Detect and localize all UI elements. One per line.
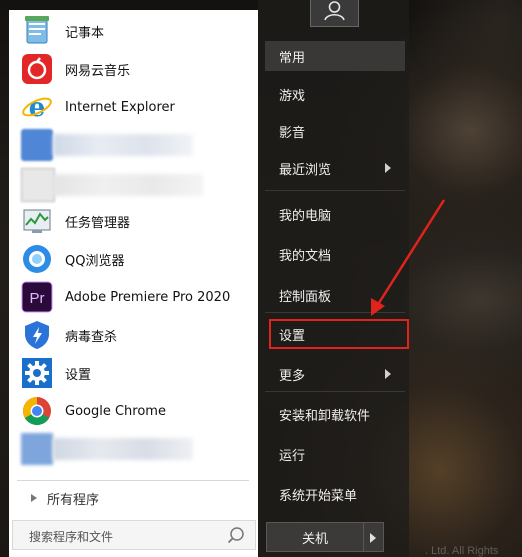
search-icon[interactable] xyxy=(227,526,245,544)
program-label: 网易云音乐 xyxy=(65,63,131,79)
desktop-side-mark xyxy=(2,420,8,460)
menu-label: 游戏 xyxy=(279,88,306,104)
user-icon xyxy=(324,1,345,21)
program-label: 设置 xyxy=(65,367,92,383)
menu-games[interactable]: 游戏 xyxy=(265,79,405,109)
notepad-icon xyxy=(25,16,49,44)
menu-recent[interactable]: 最近浏览 xyxy=(265,153,405,183)
menu-run[interactable]: 运行 xyxy=(265,439,405,469)
program-blurred-3[interactable] xyxy=(9,430,258,468)
shutdown-options-button[interactable] xyxy=(364,522,384,552)
menu-system-start-menu[interactable]: 系统开始菜单 xyxy=(265,479,405,509)
program-netease-music[interactable]: 网易云音乐 xyxy=(9,50,258,88)
program-qq-browser[interactable]: QQ浏览器 xyxy=(9,240,258,278)
program-google-chrome[interactable]: Google Chrome xyxy=(9,392,258,430)
shutdown-label: 关机 xyxy=(301,531,328,547)
antivirus-shield-icon xyxy=(25,321,49,349)
menu-label: 安装和卸载软件 xyxy=(279,408,371,424)
program-blurred-2[interactable] xyxy=(9,166,258,204)
annotation-highlight-box xyxy=(269,319,409,349)
program-label: 病毒查杀 xyxy=(65,329,118,345)
program-notepad[interactable]: 记事本 xyxy=(9,12,258,50)
menu-divider xyxy=(265,312,405,313)
menu-label: 运行 xyxy=(279,448,306,464)
blurred-label xyxy=(53,438,193,460)
premiere-pro-icon: Pr xyxy=(21,281,53,313)
menu-divider xyxy=(265,190,405,191)
google-chrome-icon xyxy=(23,397,51,425)
program-label: Google Chrome xyxy=(65,403,166,419)
settings-gear-icon xyxy=(22,358,52,388)
menu-install-uninstall[interactable]: 安装和卸载软件 xyxy=(265,399,405,429)
shutdown-button[interactable]: 关机 xyxy=(266,522,364,552)
menu-my-computer[interactable]: 我的电脑 xyxy=(265,199,405,229)
search-placeholder: 搜索程序和文件 xyxy=(29,530,114,544)
all-programs-label: 所有程序 xyxy=(47,492,100,508)
qq-browser-icon xyxy=(23,245,51,273)
program-label: 任务管理器 xyxy=(65,215,131,231)
chevron-right-icon xyxy=(370,533,376,543)
menu-label: 最近浏览 xyxy=(279,162,332,178)
menu-label: 系统开始菜单 xyxy=(279,488,358,504)
internet-explorer-icon: e xyxy=(22,93,52,123)
blurred-label xyxy=(53,174,203,196)
wallpaper-watermark: . Ltd. All Rights xyxy=(425,545,499,557)
program-label: Internet Explorer xyxy=(65,99,175,115)
program-label: Adobe Premiere Pro 2020 xyxy=(65,289,231,305)
all-programs-button[interactable]: 所有程序 xyxy=(31,486,99,510)
user-avatar[interactable] xyxy=(310,0,359,27)
menu-control-panel[interactable]: 控制面板 xyxy=(265,280,405,310)
menu-frequent[interactable]: 常用 xyxy=(265,41,405,71)
task-manager-icon xyxy=(23,209,51,233)
submenu-arrow-icon xyxy=(385,163,391,173)
program-label: QQ浏览器 xyxy=(65,253,125,269)
program-blurred-1[interactable] xyxy=(9,126,258,164)
program-antivirus[interactable]: 病毒查杀 xyxy=(9,316,258,354)
program-internet-explorer[interactable]: e Internet Explorer xyxy=(9,88,258,126)
menu-label: 常用 xyxy=(279,50,306,66)
start-menu-programs-panel: 记事本 网易云音乐 e Internet Explorer 任务管理器 QQ浏览… xyxy=(9,10,258,557)
menu-label: 我的文档 xyxy=(279,248,332,264)
blurred-label xyxy=(53,134,193,156)
menu-label: 控制面板 xyxy=(279,289,332,305)
menu-label: 更多 xyxy=(279,368,306,384)
menu-my-documents[interactable]: 我的文档 xyxy=(265,239,405,269)
submenu-arrow-icon xyxy=(385,369,391,379)
menu-more[interactable]: 更多 xyxy=(265,359,405,389)
program-settings[interactable]: 设置 xyxy=(9,354,258,392)
menu-label: 我的电脑 xyxy=(279,208,332,224)
blurred-file-icon xyxy=(21,168,55,202)
svg-text:Pr: Pr xyxy=(30,290,45,307)
menu-divider xyxy=(265,391,405,392)
netease-music-icon xyxy=(22,54,52,84)
program-task-manager[interactable]: 任务管理器 xyxy=(9,202,258,240)
right-triangle-icon xyxy=(31,494,37,502)
blurred-app-icon xyxy=(21,433,53,465)
program-premiere-pro[interactable]: Pr Adobe Premiere Pro 2020 xyxy=(9,278,258,316)
left-divider xyxy=(17,480,249,481)
blurred-app-icon xyxy=(21,129,53,161)
svg-text:e: e xyxy=(29,93,46,123)
search-box[interactable]: 搜索程序和文件 xyxy=(12,520,256,550)
menu-videos[interactable]: 影音 xyxy=(265,116,405,146)
program-label: 记事本 xyxy=(65,25,105,41)
menu-label: 影音 xyxy=(279,125,306,141)
